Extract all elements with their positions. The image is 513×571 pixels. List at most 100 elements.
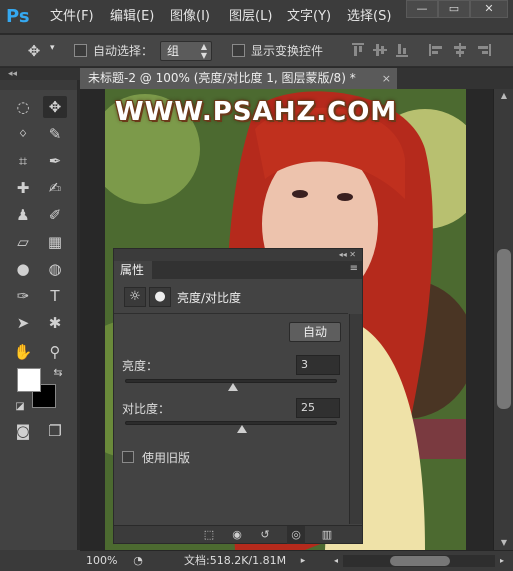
- custom-shape-tool-icon[interactable]: ✱: [43, 312, 67, 334]
- align-left-icon[interactable]: [428, 42, 444, 58]
- clip-to-layer-icon[interactable]: ⬚: [200, 526, 218, 544]
- vertical-scroll-thumb[interactable]: [497, 249, 511, 409]
- menu-bar: Ps 文件(F) 编辑(E) 图像(I) 图层(L) 文字(Y) 选择(S) —…: [0, 0, 513, 34]
- watermark-text: WWW.PSAHZ.COM: [115, 97, 398, 127]
- contrast-input[interactable]: 25: [296, 398, 340, 418]
- tools-collapse-strip[interactable]: ◂◂: [0, 68, 80, 80]
- default-colors-icon[interactable]: ◪: [8, 396, 32, 418]
- tools-panel: ◌ ✥ ᛜ ✎ ⌗ ✒ ✚ ✍ ♟ ✐ ▱ ▦ ● ◍ ✑ T ➤ ✱ ✋ ⚲ …: [0, 80, 78, 550]
- properties-footer: ⬚ ◉ ↺ ◎ ▥: [114, 525, 362, 544]
- menu-image[interactable]: 图像(I): [170, 0, 210, 34]
- show-transform-checkbox[interactable]: [232, 44, 245, 57]
- divider: [114, 313, 348, 314]
- delete-icon[interactable]: ▥: [318, 526, 336, 544]
- contrast-label: 对比度：: [122, 402, 171, 416]
- scroll-right-icon[interactable]: ▸: [496, 551, 508, 571]
- use-legacy-checkbox[interactable]: [122, 451, 134, 463]
- menu-select[interactable]: 选择(S): [347, 0, 391, 34]
- status-info-icon[interactable]: ◔: [130, 551, 146, 571]
- properties-tab-row: 属性 ≡: [114, 261, 362, 279]
- document-tab-bar: 未标题-2 @ 100% (亮度/对比度 1, 图层蒙版/8) * ×: [80, 68, 513, 89]
- dodge-tool-icon[interactable]: ◍: [43, 258, 67, 280]
- foreground-color-swatch[interactable]: [17, 368, 41, 392]
- menu-layer[interactable]: 图层(L): [229, 0, 272, 34]
- auto-button[interactable]: 自动: [289, 322, 341, 342]
- close-window-button[interactable]: ✕: [470, 0, 508, 18]
- type-tool-icon[interactable]: T: [43, 285, 67, 307]
- move-tool-icon[interactable]: ✥: [43, 96, 67, 118]
- vertical-scrollbar[interactable]: ▲ ▼: [493, 89, 513, 550]
- zoom-tool-icon[interactable]: ⚲: [43, 341, 67, 363]
- menu-type[interactable]: 文字(Y): [287, 0, 331, 34]
- align-hcenter-icon[interactable]: [452, 42, 468, 58]
- dropdown-arrows-icon: ▲ ▼: [200, 42, 207, 60]
- tab-properties[interactable]: 属性: [114, 261, 152, 279]
- path-selection-tool-icon[interactable]: ➤: [11, 312, 35, 334]
- healing-brush-tool-icon[interactable]: ✚: [11, 177, 35, 199]
- hand-tool-icon[interactable]: ✋: [11, 341, 35, 363]
- screen-mode-icon[interactable]: ❐: [43, 420, 67, 442]
- scroll-up-icon[interactable]: ▲: [494, 89, 513, 103]
- move-tool-preset-icon[interactable]: ✥: [22, 40, 46, 62]
- quick-select-tool-icon[interactable]: ✎: [43, 123, 67, 145]
- swap-colors-icon[interactable]: ⇆: [46, 362, 70, 384]
- horizontal-scrollbar[interactable]: [343, 555, 495, 567]
- scroll-left-icon[interactable]: ◂: [330, 551, 342, 571]
- brightness-input[interactable]: 3: [296, 355, 340, 375]
- properties-panel-header[interactable]: ◂◂ ✕: [114, 249, 362, 261]
- tools-panel-header: [0, 80, 77, 90]
- auto-select-checkbox[interactable]: [74, 44, 87, 57]
- quick-mask-icon[interactable]: ◙: [11, 420, 35, 442]
- auto-select-label: 自动选择：: [93, 44, 154, 58]
- document-tab[interactable]: 未标题-2 @ 100% (亮度/对比度 1, 图层蒙版/8) * ×: [80, 68, 397, 89]
- document-tab-title: 未标题-2 @ 100% (亮度/对比度 1, 图层蒙版/8) *: [88, 71, 356, 85]
- align-top-icon[interactable]: [350, 42, 366, 58]
- use-legacy-label: 使用旧版: [142, 451, 191, 465]
- gradient-tool-icon[interactable]: ▦: [43, 231, 67, 253]
- preset-dropdown-arrow-icon[interactable]: ▾: [50, 43, 55, 53]
- brightness-slider[interactable]: [125, 379, 337, 391]
- clone-stamp-tool-icon[interactable]: ♟: [11, 204, 35, 226]
- reset-icon[interactable]: ↺: [256, 526, 274, 544]
- align-vcenter-icon[interactable]: [372, 42, 388, 58]
- auto-select-value: 组: [167, 44, 180, 58]
- eraser-tool-icon[interactable]: ▱: [11, 231, 35, 253]
- align-right-icon[interactable]: [476, 42, 492, 58]
- maximize-button[interactable]: ▭: [438, 0, 470, 18]
- view-previous-icon[interactable]: ◉: [228, 526, 246, 544]
- lasso-tool-icon[interactable]: ᛜ: [11, 123, 35, 145]
- horizontal-scroll-thumb[interactable]: [390, 556, 450, 566]
- menu-file[interactable]: 文件(F): [50, 0, 94, 34]
- align-bottom-icon[interactable]: [394, 42, 410, 58]
- visibility-eye-icon[interactable]: ◎: [287, 526, 305, 544]
- scroll-down-icon[interactable]: ▼: [494, 536, 513, 550]
- brightness-slider-knob[interactable]: [228, 383, 239, 391]
- show-transform-label: 显示变换控件: [251, 44, 324, 58]
- menu-edit[interactable]: 编辑(E): [110, 0, 154, 34]
- properties-panel: ◂◂ ✕ 属性 ≡ ☼ ● 亮度/对比度 自动 亮度： 3 对比度： 25 使用…: [113, 248, 363, 544]
- brightness-adjustment-icon[interactable]: ☼: [124, 287, 146, 307]
- status-bar: 100% ◔ 文档:518.2K/1.81M ▸ ◂ ▸: [80, 550, 513, 571]
- photoshop-logo: Ps: [6, 6, 30, 27]
- status-menu-arrow-icon[interactable]: ▸: [296, 551, 310, 571]
- adjustment-title: 亮度/对比度: [177, 291, 242, 305]
- minimize-button[interactable]: —: [406, 0, 438, 18]
- document-size: 文档:518.2K/1.81M: [184, 554, 287, 567]
- blur-tool-icon[interactable]: ●: [11, 258, 35, 280]
- brightness-label: 亮度：: [122, 359, 159, 373]
- close-tab-icon[interactable]: ×: [382, 68, 391, 89]
- marquee-tool-icon[interactable]: ◌: [11, 96, 35, 118]
- crop-tool-icon[interactable]: ⌗: [11, 150, 35, 172]
- auto-select-dropdown[interactable]: 组 ▲ ▼: [160, 41, 212, 61]
- contrast-slider-knob[interactable]: [236, 425, 247, 433]
- tools-bottom-area: [0, 550, 80, 571]
- brush-tool-icon[interactable]: ✍: [43, 177, 67, 199]
- eyedropper-tool-icon[interactable]: ✒: [43, 150, 67, 172]
- panel-menu-icon[interactable]: ≡: [350, 263, 358, 274]
- properties-scrollbar[interactable]: [349, 314, 362, 524]
- zoom-level[interactable]: 100%: [86, 551, 117, 571]
- contrast-slider[interactable]: [125, 421, 337, 433]
- pen-tool-icon[interactable]: ✑: [11, 285, 35, 307]
- history-brush-tool-icon[interactable]: ✐: [43, 204, 67, 226]
- layer-mask-icon[interactable]: ●: [149, 287, 171, 307]
